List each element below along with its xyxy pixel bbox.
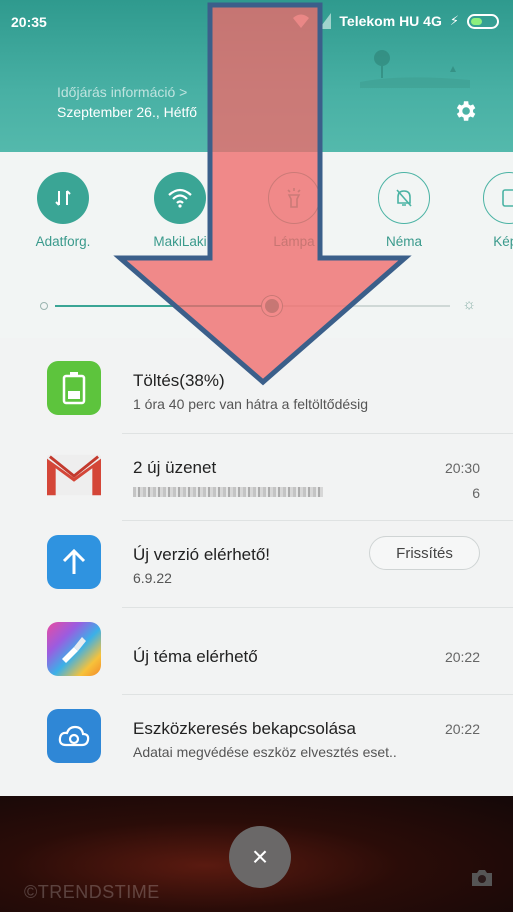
notification-title: Töltés(38%)	[133, 371, 225, 390]
toggle-label: MakiLaki	[153, 234, 207, 249]
toggle-flashlight[interactable]: Lámpa	[259, 172, 329, 249]
toggle-data[interactable]: Adatforg.	[28, 172, 98, 249]
toggle-label: Adatforg.	[35, 234, 91, 249]
weather-info-link[interactable]: Időjárás információ >	[57, 82, 197, 102]
weather-scene-icon	[360, 50, 470, 88]
toggle-silent[interactable]: Néma	[369, 172, 439, 249]
notification-update[interactable]: Új verzió elérhető! 6.9.22 Frissítés	[0, 520, 513, 607]
cloud-icon	[58, 725, 90, 747]
notification-time: 20:22	[444, 721, 480, 737]
notification-theme[interactable]: Új téma elérhető 20:22	[0, 607, 513, 694]
brightness-fill	[55, 305, 273, 307]
notification-subtitle: 6.9.22	[133, 570, 172, 586]
silent-bell-icon	[396, 189, 412, 207]
camera-icon[interactable]	[470, 868, 494, 888]
notification-subtitle: Adatai megvédése eszköz elvesztés eset..	[133, 744, 397, 760]
notification-charging[interactable]: Töltés(38%) 1 óra 40 perc van hátra a fe…	[0, 346, 513, 433]
theme-icon	[62, 637, 86, 663]
toggle-label: Lámpa	[273, 234, 315, 249]
wifi-icon	[168, 188, 192, 208]
notification-header: 20:35 Telekom HU 4G ⚡ Időjárás informáci…	[0, 0, 513, 152]
wifi-status-icon	[293, 14, 310, 28]
notification-time: 20:30	[444, 460, 480, 476]
lockscreen-background: ©TRENDSTIME ×	[0, 796, 513, 912]
date-label: Szeptember 26., Hétfő	[57, 104, 198, 120]
status-bar: 20:35 Telekom HU 4G ⚡	[0, 0, 513, 38]
carrier-label: Telekom HU 4G	[339, 13, 442, 29]
gmail-icon	[47, 454, 101, 496]
screenshot-icon	[502, 189, 513, 207]
notification-title: Új téma elérhető	[133, 647, 258, 666]
brightness-slider[interactable]: ☼	[40, 296, 480, 316]
clear-all-button[interactable]: ×	[229, 826, 291, 888]
update-button[interactable]: Frissítés	[369, 536, 480, 570]
toggle-label: Néma	[385, 234, 422, 249]
watermark: ©TRENDSTIME	[24, 882, 160, 902]
battery-icon	[62, 372, 86, 405]
status-time: 20:35	[11, 14, 47, 30]
brightness-low-icon	[40, 302, 48, 310]
toggle-label: Képe	[493, 234, 513, 249]
signal-icon	[319, 13, 332, 29]
notification-title: Új verzió elérhető!	[133, 545, 271, 564]
flashlight-icon	[287, 188, 301, 208]
weather-block[interactable]: Időjárás információ > Szeptember 26., Hé…	[57, 82, 197, 122]
brightness-high-icon: ☼	[462, 296, 476, 313]
notification-title: 2 új üzenet	[133, 458, 217, 477]
notification-gmail[interactable]: 2 új üzenet 20:30 6	[0, 433, 513, 520]
toggle-screenshot[interactable]: Képe	[474, 172, 513, 249]
blurred-sender	[133, 487, 323, 497]
notification-list: Töltés(38%) 1 óra 40 perc van hátra a fe…	[0, 338, 513, 796]
data-transfer-icon	[55, 190, 71, 206]
toggle-wifi[interactable]: MakiLaki	[145, 172, 215, 249]
charging-icon: ⚡	[449, 13, 459, 28]
update-arrow-icon	[62, 548, 86, 574]
notification-title: Eszközkeresés bekapcsolása	[133, 719, 357, 738]
notification-subtitle: 1 óra 40 perc van hátra a feltöltődésig	[133, 396, 369, 412]
gear-icon[interactable]	[452, 98, 478, 124]
notification-time: 20:22	[444, 649, 480, 665]
brightness-handle[interactable]	[262, 296, 283, 316]
quick-settings-panel: Adatforg. MakiLaki Lámpa Néma Ké ☼	[0, 152, 513, 338]
battery-status-icon	[467, 13, 499, 29]
notification-count: 6	[472, 485, 480, 501]
notification-find-device[interactable]: Eszközkeresés bekapcsolása Adatai megvéd…	[0, 694, 513, 781]
